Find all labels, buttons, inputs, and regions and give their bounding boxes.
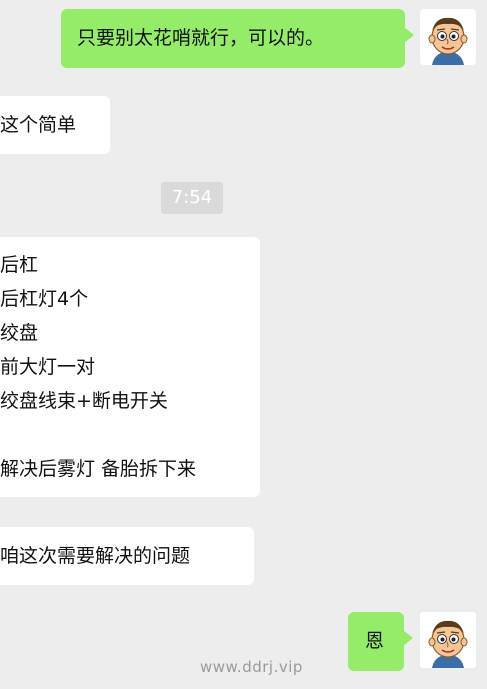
cartoon-boy-avatar-icon (420, 612, 476, 668)
message-text: 只要别太花哨就行，可以的。 (77, 27, 325, 49)
chat-window: 只要别太花哨就行，可以的。 这个简单 7:54 后杠 后杠灯4个 绞盘 前大灯一 (0, 0, 487, 689)
avatar[interactable] (420, 612, 476, 668)
message-line: 后杠 (0, 254, 39, 276)
message-text: 恩 (365, 630, 385, 652)
message-line: 解决后雾灯 备胎拆下来 (0, 458, 197, 480)
message-text: 这个简单 (0, 114, 77, 136)
message-bubble-incoming[interactable]: 这个简单 (0, 96, 110, 154)
message-bubble-outgoing[interactable]: 恩 (348, 612, 413, 671)
message-line: 后杠灯4个 (0, 288, 89, 310)
avatar[interactable] (420, 9, 476, 65)
message-text: 咱这次需要解决的问题 (0, 545, 191, 567)
watermark: www.ddrj.vip (200, 658, 303, 676)
message-bubble-incoming[interactable]: 后杠 后杠灯4个 绞盘 前大灯一对 绞盘线束+断电开关 解决后雾灯 备胎拆下来 (0, 237, 260, 497)
cartoon-boy-avatar-icon (420, 9, 476, 65)
message-bubble-incoming[interactable]: 咱这次需要解决的问题 (0, 527, 254, 585)
message-line: 前大灯一对 (0, 356, 96, 378)
message-line: 绞盘线束+断电开关 (0, 390, 168, 412)
message-bubble-outgoing[interactable]: 只要别太花哨就行，可以的。 (61, 9, 414, 68)
timestamp: 7:54 (161, 182, 223, 214)
message-line: 绞盘 (0, 322, 39, 344)
